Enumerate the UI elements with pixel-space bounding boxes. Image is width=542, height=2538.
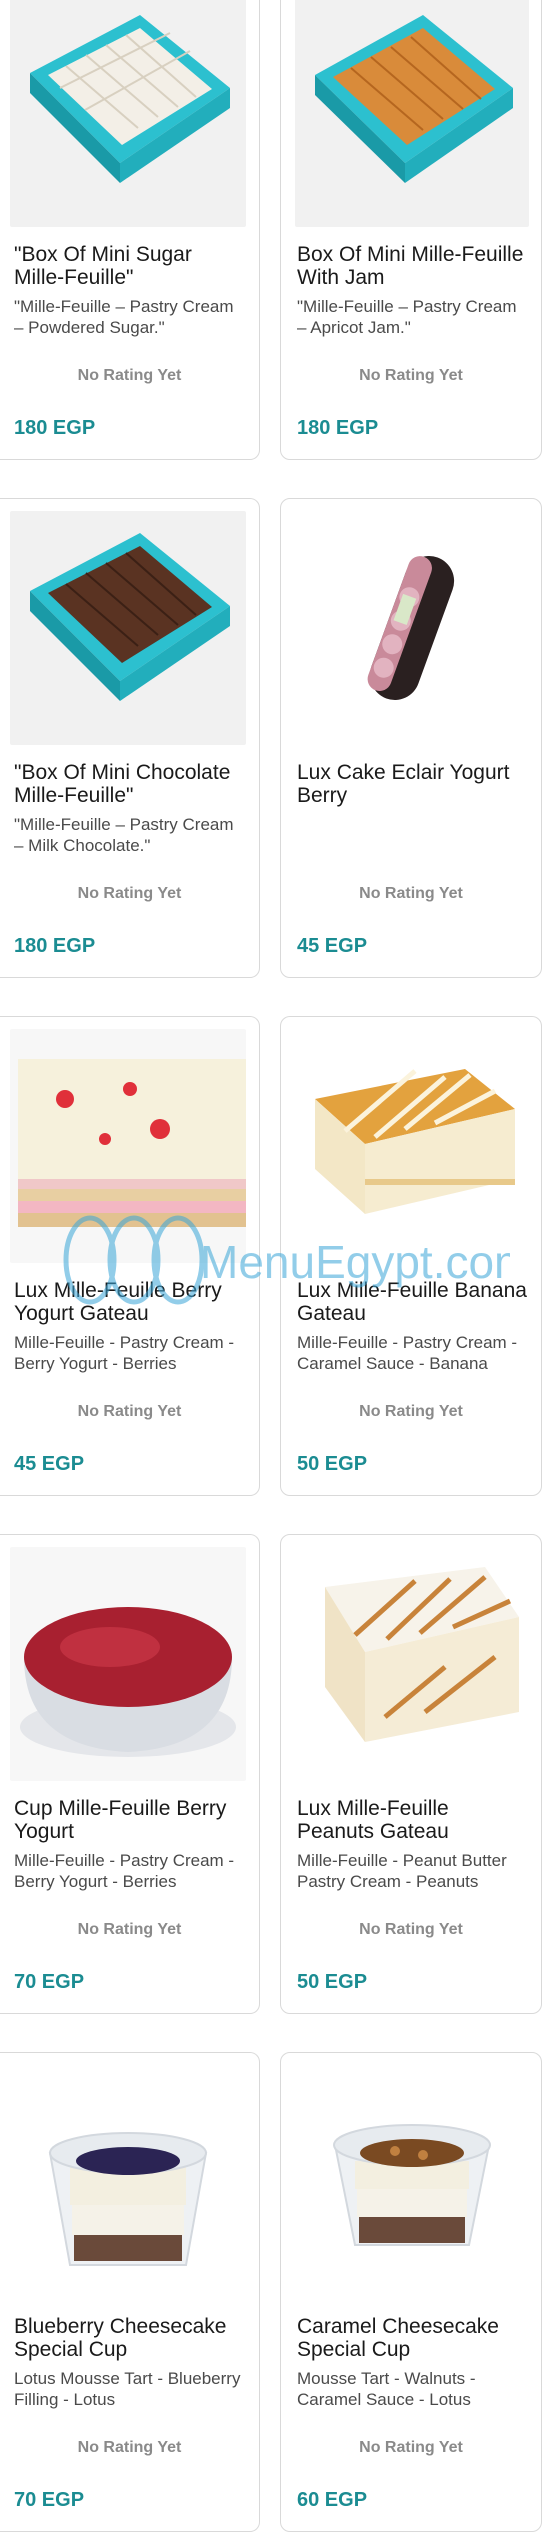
product-card[interactable]: Cup Mille-Feuille Berry Yogurt Mille-Feu… — [0, 1534, 260, 2014]
product-price: 70 EGP — [14, 2489, 85, 2511]
product-price: 45 EGP — [297, 935, 368, 957]
rating-label: No Rating Yet — [77, 367, 182, 384]
product-name: Lux Cake Eclair Yogurt Berry — [297, 761, 510, 807]
product-card[interactable]: "Box Of Mini Sugar Mille-Feuille" "Mille… — [0, 0, 260, 460]
product-card[interactable]: Lux Mille-Feuille Berry Yogurt Gateau Mi… — [0, 1016, 260, 1496]
product-card[interactable]: Lux Cake Eclair Yogurt Berry No Rating Y… — [280, 498, 542, 978]
product-image[interactable] — [10, 1029, 246, 1263]
product-card[interactable]: "Box Of Mini Chocolate Mille-Feuille" "M… — [0, 498, 260, 978]
product-description: Lotus Mousse Tart - Blueberry Filling - … — [14, 2369, 241, 2409]
product-image[interactable] — [10, 0, 246, 227]
product-description: Mille-Feuille - Pastry Cream - Berry Yog… — [14, 1333, 235, 1373]
product-name: Lux Mille-Feuille Banana Gateau — [297, 1279, 527, 1325]
product-price: 180 EGP — [297, 417, 379, 439]
product-price: 180 EGP — [14, 417, 96, 439]
product-grid: "Box Of Mini Sugar Mille-Feuille" "Mille… — [0, 0, 542, 2532]
product-description: "Mille-Feuille – Pastry Cream – Apricot … — [297, 297, 517, 337]
product-image[interactable] — [10, 1547, 246, 1781]
product-name: Box Of Mini Mille-Feuille With Jam — [297, 243, 524, 289]
rating-label: No Rating Yet — [77, 1403, 182, 1420]
product-price: 60 EGP — [297, 2489, 368, 2511]
product-description: Mousse Tart - Walnuts - Caramel Sauce - … — [297, 2369, 476, 2409]
product-price: 45 EGP — [14, 1453, 85, 1475]
product-name: "Box Of Mini Sugar Mille-Feuille" — [14, 243, 192, 289]
rating-label: No Rating Yet — [359, 2439, 463, 2456]
product-image[interactable] — [295, 2065, 529, 2299]
rating-label: No Rating Yet — [359, 1921, 463, 1938]
product-price: 70 EGP — [14, 1971, 85, 1993]
product-image[interactable] — [10, 511, 246, 745]
rating-label: No Rating Yet — [359, 367, 463, 384]
product-price: 180 EGP — [14, 935, 96, 957]
product-name: Caramel Cheesecake Special Cup — [297, 2315, 499, 2361]
rating-label: No Rating Yet — [77, 1921, 182, 1938]
product-description: Mille-Feuille - Peanut Butter Pastry Cre… — [297, 1851, 507, 1891]
product-image[interactable] — [295, 511, 529, 745]
product-card[interactable]: Blueberry Cheesecake Special Cup Lotus M… — [0, 2052, 260, 2532]
product-name: Lux Mille-Feuille Peanuts Gateau — [297, 1797, 449, 1843]
product-description: Mille-Feuille - Pastry Cream - Berry Yog… — [14, 1851, 235, 1891]
product-card[interactable]: Box Of Mini Mille-Feuille With Jam "Mill… — [280, 0, 542, 460]
product-price: 50 EGP — [297, 1971, 368, 1993]
product-price: 50 EGP — [297, 1453, 368, 1475]
product-name: Cup Mille-Feuille Berry Yogurt — [14, 1797, 227, 1843]
product-card[interactable]: Caramel Cheesecake Special Cup Mousse Ta… — [280, 2052, 542, 2532]
product-description: "Mille-Feuille – Pastry Cream – Milk Cho… — [14, 815, 234, 855]
product-name: Lux Mille-Feuille Berry Yogurt Gateau — [14, 1279, 222, 1325]
rating-label: No Rating Yet — [359, 1403, 463, 1420]
product-name: "Box Of Mini Chocolate Mille-Feuille" — [14, 761, 231, 807]
product-description: "Mille-Feuille – Pastry Cream – Powdered… — [14, 297, 234, 337]
product-card[interactable]: Lux Mille-Feuille Banana Gateau Mille-Fe… — [280, 1016, 542, 1496]
product-card[interactable]: Lux Mille-Feuille Peanuts Gateau Mille-F… — [280, 1534, 542, 2014]
product-name: Blueberry Cheesecake Special Cup — [14, 2315, 227, 2361]
product-image[interactable] — [295, 0, 529, 227]
product-image[interactable] — [295, 1547, 529, 1781]
rating-label: No Rating Yet — [359, 885, 463, 902]
product-description: Mille-Feuille - Pastry Cream - Caramel S… — [297, 1333, 518, 1373]
product-image[interactable] — [10, 2065, 246, 2299]
product-image[interactable] — [295, 1029, 529, 1263]
rating-label: No Rating Yet — [77, 2439, 182, 2456]
rating-label: No Rating Yet — [77, 885, 182, 902]
